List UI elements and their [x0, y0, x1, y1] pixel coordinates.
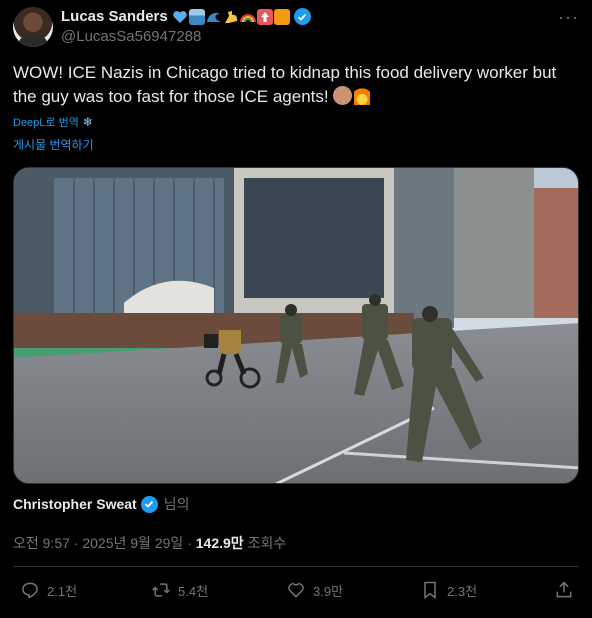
more-options-icon[interactable]: ···: [558, 7, 579, 27]
bookmark-icon: [424, 581, 436, 599]
bookmark-count: 2.3천: [447, 583, 478, 599]
tweet-header: Lucas Sanders @LucasSa56947288 ···: [13, 7, 579, 47]
author-handle[interactable]: @LucasSa56947288: [61, 28, 201, 45]
credit-name: Christopher Sweat: [13, 496, 137, 512]
wave-icon: [206, 12, 221, 22]
repost-button[interactable]: 5.4천: [151, 580, 208, 600]
reply-icon: [22, 582, 38, 599]
rainbow-icon: [239, 13, 256, 22]
avatar[interactable]: [13, 7, 53, 47]
tweet-time[interactable]: 오전 9:57: [13, 535, 70, 551]
author-name[interactable]: Lucas Sanders: [61, 8, 168, 25]
heart-icon: [288, 583, 304, 598]
credit-suffix: 님의: [163, 496, 190, 512]
tweet-video[interactable]: [13, 167, 579, 484]
share-icon: [556, 581, 572, 598]
reply-count: 2.1천: [47, 583, 78, 599]
tweet-date[interactable]: 2025년 9월 29일: [82, 535, 183, 551]
author-emoji-strip: [172, 8, 290, 25]
blue-heart-icon: [172, 10, 187, 23]
verified-badge-icon: [140, 495, 158, 513]
repost-count: 5.4천: [178, 583, 209, 599]
toolbox-icon: [188, 8, 205, 25]
up-arrow-icon: [256, 8, 273, 25]
snowflake-icon: ❄: [82, 115, 93, 129]
repost-icon: [152, 583, 170, 597]
tweet-meta: 오전 9:57 · 2025년 9월 29일 · 142.9만 조회수: [13, 533, 286, 553]
divider: [13, 566, 579, 567]
views-label: 조회수: [247, 535, 287, 551]
video-frame: [14, 168, 578, 483]
author-name-row: Lucas Sanders: [61, 8, 311, 25]
action-bar: 2.1천 5.4천 3.9만 2.3천: [13, 580, 579, 606]
meta-separator: ·: [73, 535, 79, 551]
meta-separator: ·: [187, 535, 192, 551]
translation-provider-label: DeepL로 번역: [13, 117, 79, 129]
show-translation-link[interactable]: 게시물 번역하기: [13, 136, 94, 153]
verified-badge-icon: [293, 8, 311, 25]
tweet-text: WOW! ICE Nazis in Chicago tried to kidna…: [13, 61, 579, 109]
orange-square-icon: [273, 8, 290, 25]
share-button[interactable]: [554, 580, 574, 600]
like-button[interactable]: 3.9만: [286, 580, 343, 600]
bookmark-button[interactable]: 2.3천: [420, 580, 477, 600]
reply-button[interactable]: 2.1천: [20, 580, 77, 600]
flexed-arm-icon: [224, 10, 237, 23]
views-count: 142.9만: [195, 535, 244, 551]
video-credit[interactable]: Christopher Sweat 님의: [13, 494, 189, 514]
translation-provider[interactable]: DeepL로 번역 ❄: [13, 114, 93, 130]
fire-icon: [354, 86, 371, 105]
like-count: 3.9만: [313, 583, 344, 599]
clapping-hands-icon: [333, 86, 353, 105]
tweet-body: WOW! ICE Nazis in Chicago tried to kidna…: [13, 63, 557, 106]
